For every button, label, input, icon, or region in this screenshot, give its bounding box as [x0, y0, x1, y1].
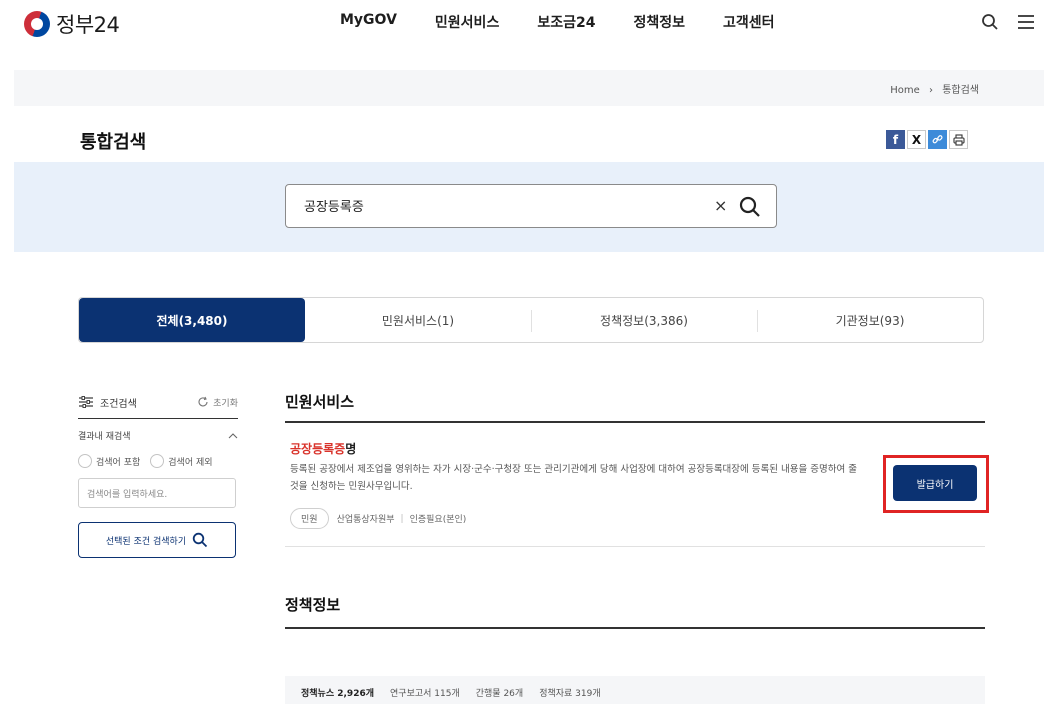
tab-all[interactable]: 전체(3,480) — [79, 298, 305, 342]
tab-policy[interactable]: 정책정보(3,386) — [531, 298, 757, 342]
section-title-civil: 민원서비스 — [285, 393, 355, 411]
clear-icon[interactable]: × — [714, 196, 727, 215]
link-icon[interactable] — [928, 130, 947, 149]
print-icon[interactable] — [949, 130, 968, 149]
nav-item-policy[interactable]: 정책정보 — [633, 12, 685, 32]
search-box: × — [285, 184, 777, 228]
refresh-icon — [198, 396, 208, 407]
radio-circle — [78, 454, 92, 468]
facebook-icon[interactable]: f — [886, 130, 905, 149]
radio-include[interactable]: 검색어 포함 — [78, 454, 140, 468]
site-header: 정부24 MyGOV 민원서비스 보조금24 정책정보 고객센터 — [0, 0, 1058, 48]
search-icon[interactable] — [978, 10, 1002, 34]
result-meta: 민원 산업통상자원부 | 인증필요(본인) — [290, 508, 466, 529]
breadcrumb: Home › 통합검색 — [887, 81, 982, 96]
header-actions — [966, 10, 1038, 34]
policy-stats-bar: 정책뉴스 2,926개 연구보고서 115개 간행물 26개 정책자료 319개 — [285, 676, 985, 704]
filter-sidebar: 조건검색 초기화 결과내 재검색 검색어 포함 검색어 제외 검색어를 입력하세… — [78, 390, 238, 558]
radio-exclude-label: 검색어 제외 — [168, 457, 213, 468]
page-title: 통합검색 — [80, 132, 147, 153]
reset-label: 초기화 — [213, 398, 238, 409]
section-divider — [285, 421, 985, 423]
issue-button[interactable]: 발급하기 — [893, 465, 977, 501]
filter-title: 조건검색 — [78, 395, 137, 410]
result-title[interactable]: 공장등록증명 — [290, 440, 356, 457]
nav-item-civil-service[interactable]: 민원서비스 — [435, 12, 499, 32]
taegeuk-logo-icon — [24, 11, 50, 37]
menu-icon[interactable] — [1014, 10, 1038, 34]
radio-exclude[interactable]: 검색어 제외 — [150, 454, 213, 468]
stat-policy-materials[interactable]: 정책자료 319개 — [539, 686, 600, 699]
logo-text: 정부24 — [56, 13, 120, 37]
breadcrumb-home[interactable]: Home — [890, 85, 920, 96]
refine-label: 결과내 재검색 — [78, 432, 131, 442]
x-icon[interactable]: X — [907, 130, 926, 149]
stat-publications[interactable]: 간행물 26개 — [476, 686, 523, 699]
result-tabs: 전체(3,480) 민원서비스(1) 정책정보(3,386) 기관정보(93) — [78, 297, 984, 343]
site-logo[interactable]: 정부24 — [24, 9, 120, 39]
breadcrumb-bar: Home › 통합검색 — [14, 70, 1044, 106]
result-title-rest: 명 — [345, 442, 357, 456]
search-submit-icon[interactable] — [738, 195, 762, 219]
tab-civil-service[interactable]: 민원서비스(1) — [305, 298, 531, 342]
chevron-up-icon — [228, 432, 238, 438]
refine-header[interactable]: 결과내 재검색 — [78, 429, 238, 442]
agency-label: 산업통상자원부 — [336, 515, 395, 525]
nav-item-subsidy[interactable]: 보조금24 — [537, 12, 595, 32]
search-icon — [192, 532, 208, 548]
meta-separator: | — [400, 513, 404, 524]
breadcrumb-separator: › — [929, 85, 933, 96]
result-description: 등록된 공장에서 제조업을 영위하는 자가 시장·군수·구청장 또는 관리기관에… — [290, 464, 857, 492]
filter-icon — [79, 396, 93, 408]
nav-item-mygov[interactable]: MyGOV — [340, 12, 397, 32]
refine-search-field[interactable]: 검색어를 입력하세요. — [78, 478, 236, 508]
result-divider — [285, 546, 985, 547]
radio-circle — [150, 454, 165, 468]
reset-button[interactable]: 초기화 — [197, 396, 238, 409]
category-badge: 민원 — [290, 508, 329, 529]
sidebar-divider — [78, 418, 238, 419]
share-toolbar: f X — [886, 130, 970, 149]
main-nav: MyGOV 민원서비스 보조금24 정책정보 고객센터 — [340, 12, 813, 32]
condition-search-button[interactable]: 선택된 조건 검색하기 — [78, 522, 236, 558]
auth-label: 인증필요(본인) — [409, 515, 467, 525]
filter-header: 조건검색 초기화 — [78, 390, 238, 414]
search-input[interactable] — [304, 198, 684, 213]
tab-agency[interactable]: 기관정보(93) — [757, 298, 983, 342]
radio-include-label: 검색어 포함 — [96, 457, 141, 468]
result-title-highlight: 공장등록증 — [290, 442, 346, 456]
condition-search-label: 선택된 조건 검색하기 — [105, 536, 187, 547]
nav-item-customer-center[interactable]: 고객센터 — [723, 12, 775, 32]
breadcrumb-current: 통합검색 — [942, 85, 979, 96]
stat-research-reports[interactable]: 연구보고서 115개 — [390, 686, 460, 699]
stat-policy-news[interactable]: 정책뉴스 2,926개 — [301, 686, 374, 699]
refine-options: 검색어 포함 검색어 제외 — [78, 454, 238, 468]
section-divider — [285, 627, 985, 629]
filter-label: 조건검색 — [100, 398, 137, 410]
section-title-policy: 정책정보 — [285, 596, 341, 614]
